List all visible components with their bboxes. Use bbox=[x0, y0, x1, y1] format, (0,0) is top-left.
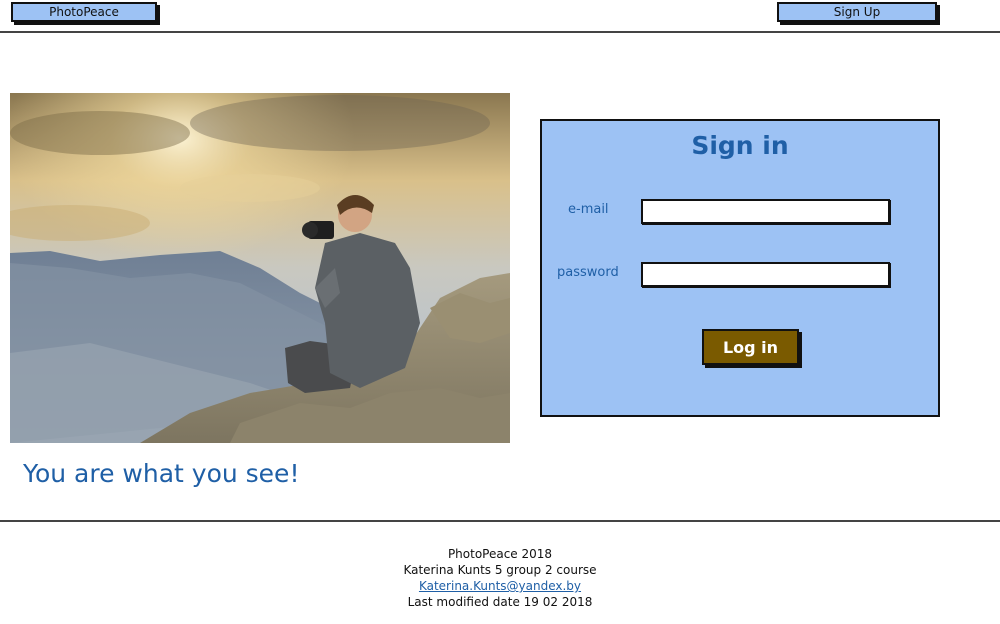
footer-copyright: PhotoPeace 2018 bbox=[447, 547, 553, 561]
brand-button[interactable]: PhotoPeace bbox=[11, 2, 157, 22]
footer-email-link[interactable]: Katerina.Kunts@yandex.by bbox=[419, 579, 581, 593]
footer: PhotoPeace 2018 Katerina Kunts 5 group 2… bbox=[0, 546, 1000, 610]
password-label: password bbox=[557, 265, 619, 280]
footer-modified-date: Last modified date 19 02 2018 bbox=[407, 595, 593, 609]
email-field[interactable] bbox=[641, 199, 890, 224]
password-field[interactable] bbox=[641, 262, 890, 287]
sign-in-panel: Sign in e-mail password Log in bbox=[540, 119, 940, 417]
tagline: You are what you see! bbox=[23, 459, 300, 488]
sign-up-button[interactable]: Sign Up bbox=[777, 2, 937, 22]
header-divider bbox=[0, 31, 1000, 33]
log-in-button-label: Log in bbox=[722, 337, 779, 357]
sign-up-button-label: Sign Up bbox=[833, 5, 881, 19]
log-in-button[interactable]: Log in bbox=[702, 329, 799, 365]
sign-in-title: Sign in bbox=[691, 131, 789, 160]
footer-divider bbox=[0, 520, 1000, 522]
email-label: e-mail bbox=[568, 202, 609, 217]
hero-photo bbox=[10, 93, 510, 443]
footer-author: Katerina Kunts 5 group 2 course bbox=[403, 563, 597, 577]
brand-button-label: PhotoPeace bbox=[49, 5, 119, 19]
